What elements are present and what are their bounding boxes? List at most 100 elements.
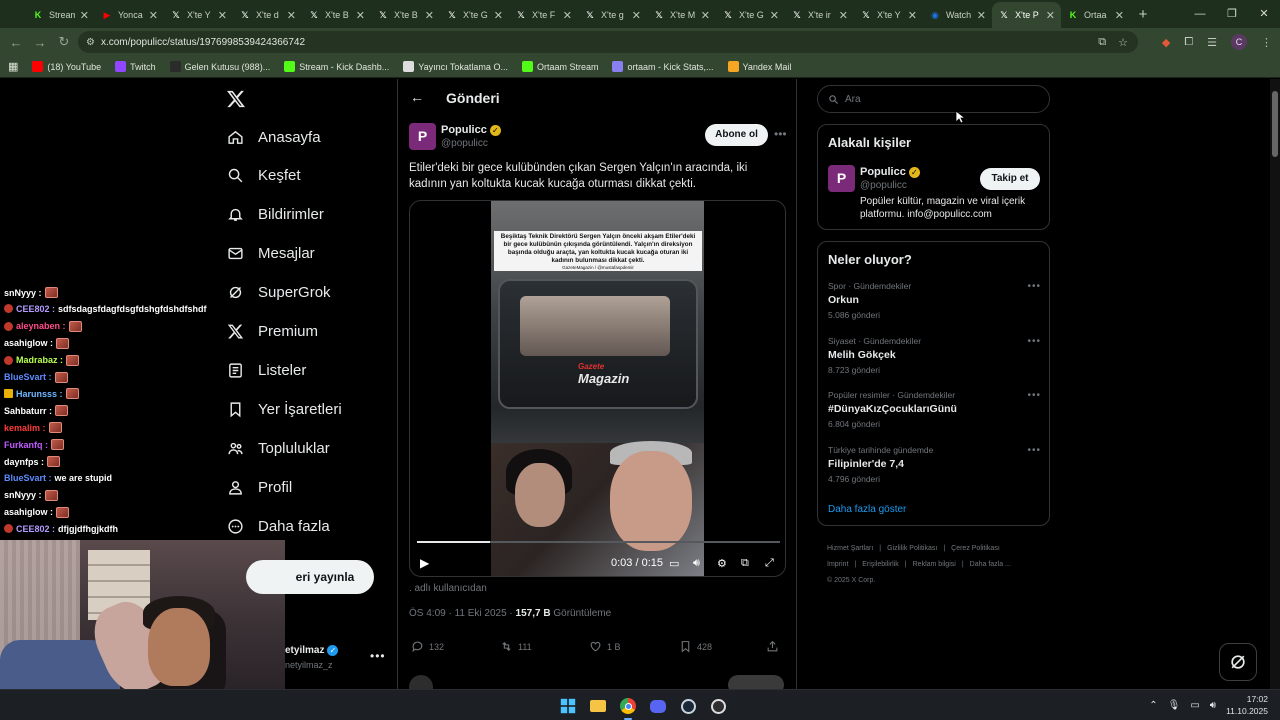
tab-close-icon[interactable]: ✕: [218, 9, 227, 22]
volume-icon[interactable]: 🔊︎: [693, 557, 700, 570]
browser-tab[interactable]: 𝕏 X'te g ✕: [578, 2, 647, 28]
tab-close-icon[interactable]: ✕: [1115, 9, 1124, 22]
tab-close-icon[interactable]: ✕: [80, 9, 89, 22]
footer-link[interactable]: Çerez Politikası: [951, 545, 1000, 552]
trend-more-icon[interactable]: •••: [1027, 336, 1041, 347]
trend-item[interactable]: Spor · Gündemdekiler Orkun 5.086 gönderi ••…: [828, 281, 1043, 320]
chrome-icon[interactable]: [616, 694, 640, 720]
browser-tab[interactable]: ◉ Watch ✕: [923, 2, 992, 28]
back-arrow-icon[interactable]: ←: [410, 89, 424, 105]
bookmark-item[interactable]: Ortaam Stream: [521, 61, 598, 72]
video-progress-bar[interactable]: [417, 541, 780, 543]
browser-tab[interactable]: 𝕏 X'te G ✕: [716, 2, 785, 28]
browser-tab[interactable]: 𝕏 X'te ir ✕: [785, 2, 854, 28]
browser-tab[interactable]: K Ortaa ✕: [1061, 2, 1130, 28]
scrollbar-thumb[interactable]: [1272, 91, 1278, 157]
post-timestamp[interactable]: ÖS 4:09 · 11 Eki 2025 ·: [409, 608, 516, 619]
trend-item[interactable]: Siyaset · Gündemdekiler Melih Gökçek 8.723…: [828, 336, 1043, 375]
video-attribution[interactable]: . adlı kullanıcıdan: [409, 583, 487, 594]
tab-close-icon[interactable]: ✕: [356, 9, 365, 22]
tab-close-icon[interactable]: ✕: [632, 9, 641, 22]
browser-tab[interactable]: 𝕏 X'te P ✕: [992, 2, 1061, 28]
bookmark-item[interactable]: Stream - Kick Dashb...: [284, 61, 389, 72]
nav-item-anasayfa[interactable]: Anasayfa: [226, 128, 321, 146]
bookmark-item[interactable]: (18) YouTube: [32, 61, 101, 72]
steam-icon[interactable]: [676, 694, 700, 718]
media-list-icon[interactable]: ☰: [1207, 36, 1217, 49]
grok-button[interactable]: [1219, 643, 1257, 681]
nav-item-supergrok[interactable]: SuperGrok: [226, 284, 331, 302]
post-button[interactable]: eri yayınla: [246, 560, 374, 594]
picture-in-picture-icon[interactable]: ⧉: [741, 557, 749, 570]
reply-avatar[interactable]: [409, 675, 433, 689]
bookmark-item[interactable]: Gelen Kutusu (988)...: [169, 61, 270, 72]
nav-item-topluluklar[interactable]: Topluluklar: [226, 439, 330, 457]
windows-start-icon[interactable]: [556, 694, 580, 718]
fullscreen-icon[interactable]: ⤢: [765, 557, 774, 570]
discord-icon[interactable]: [646, 694, 670, 718]
browser-tab[interactable]: 𝕏 X'te Y ✕: [854, 2, 923, 28]
volume-icon[interactable]: 🔊︎: [1210, 700, 1216, 711]
browser-tab[interactable]: 𝕏 X'te d ✕: [233, 2, 302, 28]
profile-avatar[interactable]: C: [1231, 34, 1247, 50]
trend-item[interactable]: Popüler resimler · Gündemdekiler #DünyaKı…: [828, 390, 1043, 429]
follow-button[interactable]: Takip et: [980, 168, 1040, 190]
share-button[interactable]: [766, 640, 779, 653]
settings-gear-icon[interactable]: ⚙: [717, 557, 727, 570]
trend-item[interactable]: Türkiye tarihinde gündemde Filipinler'de …: [828, 445, 1043, 484]
subscribe-button[interactable]: Abone ol: [705, 124, 768, 146]
reply-submit-button[interactable]: [728, 675, 784, 689]
address-bar[interactable]: ⚙ x.com/populicc/status/1976998539424366…: [78, 31, 1138, 53]
repost-button[interactable]: 111: [500, 640, 532, 653]
close-window-button[interactable]: ✕: [1248, 0, 1280, 28]
nav-item-listeler[interactable]: Listeler: [226, 361, 306, 379]
footer-link[interactable]: Erişilebilirlik: [862, 561, 899, 568]
related-avatar[interactable]: P: [828, 165, 855, 192]
microphone-icon[interactable]: 🎙︎: [1168, 700, 1181, 711]
nav-item-daha-fazla[interactable]: Daha fazla: [226, 517, 330, 535]
nav-item-yer-i-şaretleri[interactable]: Yer İşaretleri: [226, 400, 342, 418]
nav-item-premium[interactable]: Premium: [226, 323, 318, 341]
browser-tab[interactable]: 𝕏 X'te F ✕: [509, 2, 578, 28]
tab-close-icon[interactable]: ✕: [839, 9, 848, 22]
author-avatar[interactable]: P: [409, 123, 436, 150]
system-clock[interactable]: 17:02 11.10.2025: [1226, 693, 1268, 717]
play-icon[interactable]: ▶: [420, 556, 429, 570]
apps-grid-icon[interactable]: ▦: [8, 60, 18, 73]
bookmark-item[interactable]: Yandex Mail: [727, 61, 791, 72]
post-more-icon[interactable]: •••: [774, 127, 787, 141]
footer-link[interactable]: Imprint: [827, 561, 848, 568]
new-tab-button[interactable]: +: [1130, 2, 1156, 28]
author-name-row[interactable]: Populicc ✓: [441, 124, 501, 136]
tab-close-icon[interactable]: ✕: [563, 9, 572, 22]
browser-tab[interactable]: K Stream ✕: [26, 2, 95, 28]
tab-close-icon[interactable]: ✕: [770, 9, 779, 22]
nav-item-bildirimler[interactable]: Bildirimler: [226, 206, 324, 224]
extensions-puzzle-icon[interactable]: ⧠: [1184, 36, 1193, 49]
tab-close-icon[interactable]: ✕: [494, 9, 503, 22]
account-switcher[interactable]: etyilmaz ✓: [285, 645, 339, 656]
like-button[interactable]: 1 B: [589, 640, 621, 653]
footer-link[interactable]: Daha fazla ...: [970, 561, 1011, 568]
bookmark-star-icon[interactable]: ☆: [1118, 36, 1128, 49]
minimize-button[interactable]: —: [1184, 0, 1216, 28]
forward-arrow-icon[interactable]: →: [28, 35, 52, 50]
tab-close-icon[interactable]: ✕: [149, 9, 158, 22]
author-handle[interactable]: @populicc: [441, 138, 488, 149]
footer-link[interactable]: Reklam bilgisi: [913, 561, 956, 568]
account-more-icon[interactable]: •••: [370, 649, 386, 663]
tab-close-icon[interactable]: ✕: [908, 9, 917, 22]
network-icon[interactable]: ▭: [1190, 700, 1199, 711]
browser-tab[interactable]: ▶ Yonca ✕: [95, 2, 164, 28]
nav-item-keşfet[interactable]: Keşfet: [226, 167, 301, 185]
install-app-icon[interactable]: ⧉: [1098, 36, 1106, 49]
browser-tab[interactable]: 𝕏 X'te B ✕: [302, 2, 371, 28]
maximize-button[interactable]: ❐: [1216, 0, 1248, 28]
x-logo-icon[interactable]: [226, 89, 246, 109]
reload-icon[interactable]: ↻: [52, 34, 76, 50]
menu-kebab-icon[interactable]: ⋮: [1261, 36, 1272, 49]
reply-button[interactable]: 132: [411, 640, 444, 653]
show-more-link[interactable]: Daha fazla göster: [828, 504, 906, 515]
footer-link[interactable]: Gizlilik Politikası: [887, 545, 937, 552]
related-name-row[interactable]: Populicc ✓: [860, 166, 920, 178]
